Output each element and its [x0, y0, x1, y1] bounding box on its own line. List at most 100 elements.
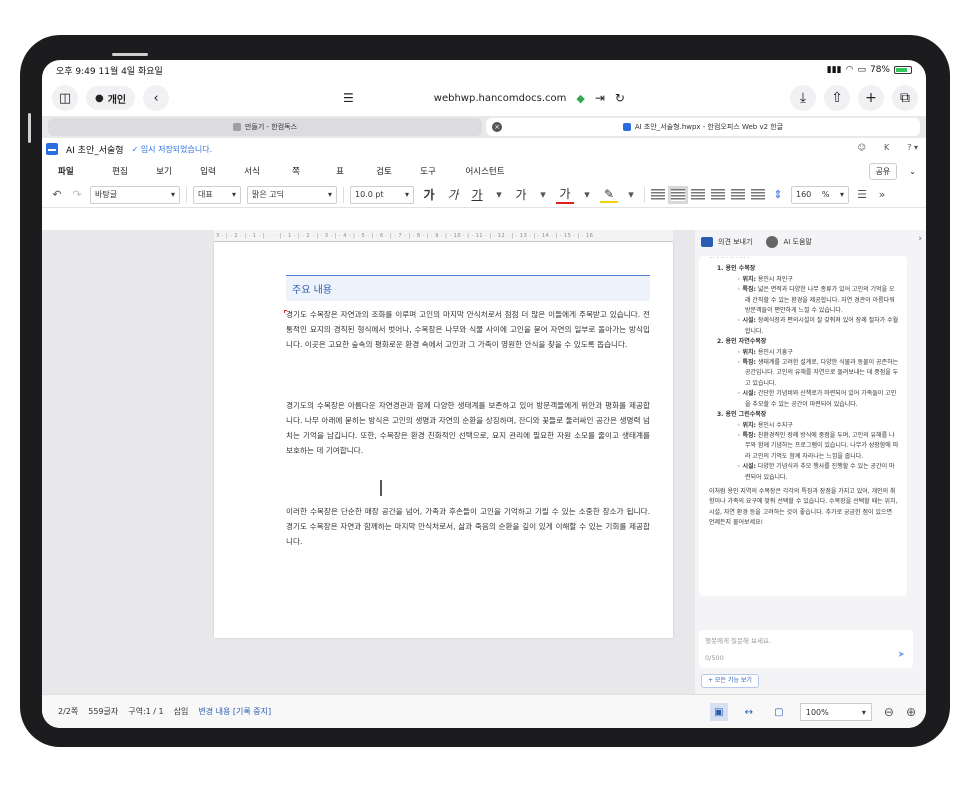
zoom-out-icon[interactable]: ⊖	[884, 705, 894, 719]
page-menu-icon[interactable]: ☰	[343, 91, 354, 105]
ai-conclusion: 이처럼 용인 지역의 수목장은 각각의 특징과 장점을 가지고 있어, 개인의 …	[709, 487, 898, 527]
paragraph-3[interactable]: 이러한 수목장은 단순한 매장 공간을 넘어, 가족과 후손들이 고인을 기억하…	[286, 504, 650, 549]
ai-help-label: AI 도움말	[783, 238, 812, 246]
page-view-icon[interactable]: ▣	[709, 703, 728, 721]
share-icon[interactable]: ⇧	[824, 85, 850, 111]
undo-icon[interactable]: ↶	[50, 188, 64, 201]
feedback-icon[interactable]: ☺	[858, 143, 866, 152]
send-icon[interactable]: ➤	[897, 650, 905, 660]
section-heading: 주요 내용	[286, 275, 650, 301]
menu-insert[interactable]: 입력	[186, 165, 230, 177]
menu-review[interactable]: 검토	[362, 165, 406, 177]
sidebar-toggle-icon[interactable]: ◫	[52, 85, 78, 111]
bold-icon[interactable]: 가	[420, 186, 438, 203]
italic-icon[interactable]: 가	[444, 186, 462, 203]
chevron-down-icon[interactable]: ⌄	[909, 167, 916, 176]
align-left-icon[interactable]	[668, 185, 688, 204]
align-center-icon[interactable]	[691, 188, 705, 201]
line-spacing-select[interactable]: 160% ▾	[791, 185, 849, 204]
chatbot-input[interactable]: 챗봇에게 질문해 보세요. 0/500 ➤	[699, 630, 913, 668]
menu-tools[interactable]: 도구	[406, 165, 450, 177]
document-page[interactable]: 주요 내용 경기도 수목장은 자연과의 조화를 이루며 고인의 마지막 안식처로…	[214, 242, 673, 638]
list-item-title: 2. 용인 자연수목장	[717, 338, 767, 346]
profile-button[interactable]: ● 개인	[86, 86, 136, 110]
account-button[interactable]: K	[884, 143, 889, 152]
more-icon[interactable]: »	[875, 188, 889, 201]
fit-width-icon[interactable]: ↔	[740, 703, 758, 721]
full-page-icon[interactable]: ▢	[770, 703, 788, 721]
paragraph-1[interactable]: 경기도 수목장은 자연과의 조화를 이루며 고인의 마지막 안식처로서 점점 더…	[286, 307, 650, 352]
tab-webhwp[interactable]: × AI 초안_서술형.hwpx - 한컴오피스 Web v2 한글	[486, 118, 920, 136]
chevron-down-icon[interactable]: ▾	[536, 188, 550, 201]
highlight-icon[interactable]: ✎	[600, 187, 618, 203]
page-indicator: 2/2쪽	[58, 707, 79, 716]
url-text[interactable]: webhwp.hancomdocs.com	[434, 93, 567, 104]
tab-hancomdocs[interactable]: 만들기 - 한컴독스	[48, 118, 482, 136]
align-split-icon[interactable]	[751, 188, 765, 201]
chevron-right-icon[interactable]: ›	[918, 234, 922, 244]
all-features-button[interactable]: + 모든 기능 보기	[701, 674, 759, 688]
chevron-down-icon: ▾	[404, 190, 409, 199]
menu-edit[interactable]: 편집	[98, 165, 142, 177]
favicon-icon	[622, 123, 631, 131]
close-icon[interactable]: ×	[492, 122, 502, 132]
font-select[interactable]: 맑은 고딕 ▾	[247, 185, 337, 204]
list-icon[interactable]: ☰	[855, 188, 869, 201]
tabs-overview-icon[interactable]: ⧉	[892, 85, 918, 111]
ai-help-button[interactable]: AI 도움말	[766, 236, 812, 248]
menu-format[interactable]: 서식	[230, 165, 274, 177]
menu-table[interactable]: 표	[318, 165, 362, 177]
menu-assistant[interactable]: 어시스턴트	[450, 165, 520, 177]
document-name[interactable]: AI 초안_서술형	[66, 143, 124, 156]
list-item: ◦ 특징: 생태계를 고려한 설계로, 다양한 식물과 동물이 공존하는 공간입…	[737, 359, 899, 387]
horizontal-ruler[interactable]: 3 · | · 2 · | · 1 · | · · · | · 1 · | · …	[214, 230, 673, 242]
chevron-down-icon[interactable]: ▾	[580, 188, 594, 201]
list-item-title: 3. 용인 그린수목장	[717, 411, 767, 419]
ai-side-panel: 의견 보내기 AI 도움말 › ··· · ·· · ·· · ··· · 1.…	[695, 230, 926, 694]
menu-file[interactable]: 파일	[58, 165, 98, 177]
paragraph-2[interactable]: 경기도의 수목장은 아름다운 자연경관과 함께 다양한 생태계를 보존하고 있어…	[286, 398, 650, 458]
share-button[interactable]: 공유	[868, 163, 898, 180]
signal-icon: ▮▮▮	[826, 65, 842, 75]
cut-off-text: ··· · ·· · ·· · ··· ·	[709, 256, 750, 262]
font-size-select[interactable]: 10.0 pt ▾	[350, 185, 414, 204]
chevron-down-icon[interactable]: ▾	[492, 188, 506, 201]
browser-toolbar: ◫ ● 개인 ‹ ☰ webhwp.hancomdocs.com ◆ ⇥ ↻ ⤓…	[42, 80, 926, 116]
menu-page[interactable]: 쪽	[274, 165, 318, 177]
list-item: ◦ 시설: 다양한 기념식과 추모 행사를 진행할 수 있는 공간이 마련되어 …	[737, 463, 895, 481]
chevron-down-icon: ▾	[170, 190, 175, 199]
language-select[interactable]: 대표 ▾	[193, 185, 241, 204]
new-tab-icon[interactable]: +	[858, 85, 884, 111]
track-changes-status[interactable]: 변경 내용 [기록 중지]	[198, 706, 271, 717]
feedback-button[interactable]: 의견 보내기	[701, 237, 752, 247]
person-icon: ●	[95, 92, 104, 104]
menu-view[interactable]: 보기	[142, 165, 186, 177]
align-justify-icon[interactable]	[651, 188, 665, 201]
align-distribute-icon[interactable]	[731, 188, 745, 201]
screen-icon: ▭	[857, 65, 866, 75]
paragraph-style-select[interactable]: 바탕글 ▾	[90, 185, 180, 204]
save-status: ✓ 임시 저장되었습니다.	[131, 144, 213, 154]
zoom-select[interactable]: 100% ▾	[799, 703, 872, 721]
reload-icon[interactable]: ↻	[615, 91, 625, 105]
list-item: ◦ 위치: 용인시 기흥구	[737, 348, 793, 356]
chevron-down-icon: ▾	[327, 190, 332, 199]
chevron-down-icon[interactable]: ▾	[624, 188, 638, 201]
insert-mode[interactable]: 삽입	[174, 706, 189, 717]
hancom-logo-icon	[46, 143, 58, 155]
font-color-icon[interactable]: 가	[556, 185, 574, 204]
strikethrough-icon[interactable]: 가	[512, 186, 530, 203]
volume-button	[112, 53, 148, 56]
help-button[interactable]: ? ▾	[907, 143, 918, 152]
reader-icon[interactable]: ⇥	[595, 91, 605, 105]
chevron-down-icon: ▾	[861, 707, 866, 717]
address-bar[interactable]: ☰ webhwp.hancomdocs.com ◆ ⇥ ↻	[324, 85, 644, 111]
align-right-icon[interactable]	[711, 188, 725, 201]
redo-icon[interactable]: ↷	[70, 188, 84, 201]
back-button[interactable]: ‹	[143, 85, 170, 111]
zoom-in-icon[interactable]: ⊕	[906, 705, 916, 719]
line-spacing-icon[interactable]: ⇕	[771, 188, 785, 201]
underline-icon[interactable]: 가	[468, 186, 486, 203]
download-icon[interactable]: ⤓	[790, 85, 816, 111]
question-icon	[766, 236, 779, 248]
